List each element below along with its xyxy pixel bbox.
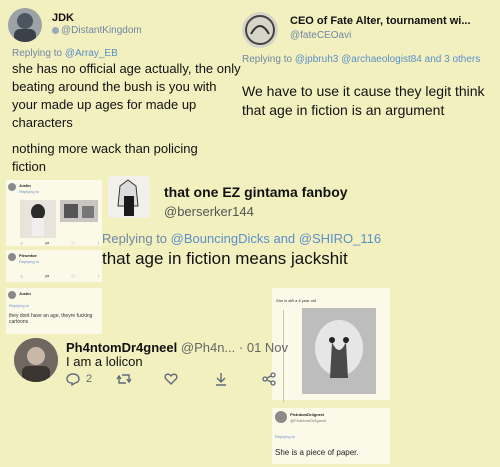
tweet-text: she has no official age actually, the on… [12, 61, 241, 130]
reply-mention[interactable]: @jpbruh3 @archaeologist84 and 3 others [295, 54, 480, 65]
author-handle[interactable]: @Ph4n... [181, 340, 235, 355]
avatar[interactable] [14, 338, 58, 382]
author-name: Ph4ntomDr4gneel [290, 412, 325, 417]
embedded-tweet-b[interactable]: Plesmfoe Replying to ○ ⇄ ♡ ↑ [6, 250, 102, 282]
avatar-image [245, 15, 275, 45]
embedded-tweet-e[interactable]: Ph4ntomDr4gneel @Ph4ntomDr4gneel Replyin… [272, 408, 390, 464]
at-icon [52, 27, 59, 34]
tweet-text: I am a lolicon [66, 354, 143, 369]
reply-icon [66, 373, 80, 386]
author-name[interactable]: Ph4ntomDr4gneel [66, 340, 177, 355]
author-handle-text: @DistantKingdom [61, 25, 142, 36]
reply-icon[interactable]: ○ [20, 241, 23, 247]
author-handle: @Ph4ntomDr4gneel [290, 418, 327, 423]
tweet-text: they dont have an age, theyre fucking ca… [9, 313, 93, 325]
embedded-tweet-c[interactable]: Justin Replying to they dont have an age… [6, 288, 102, 334]
action-bar: 2 [66, 372, 278, 388]
tweet-text: She is still a 6 year old [276, 298, 317, 303]
avatar[interactable] [108, 176, 150, 218]
action-bar: ○ ⇄ ♡ ↑ [20, 274, 100, 280]
embedded-tweet-d[interactable]: She is still a 6 year old [272, 288, 390, 400]
tweet-image[interactable] [20, 200, 56, 238]
author-name: Justin [19, 183, 31, 188]
reply-prefix: Replying to [242, 54, 293, 65]
reply-prefix: Replying to [12, 48, 63, 59]
reply-icon[interactable]: ○ [20, 274, 23, 280]
image-illustration [302, 308, 376, 394]
tweet-image[interactable] [60, 200, 98, 222]
reply-context: Replying to @jpbruh3 @archaeologist84 an… [242, 54, 482, 66]
author-handle[interactable]: @berserker144 [164, 204, 254, 219]
author-handle[interactable]: @DistantKingdom [52, 25, 142, 36]
tweet-image[interactable] [302, 308, 376, 394]
author-line: Ph4ntomDr4gneel @Ph4n... · 01 Nov [66, 340, 288, 355]
avatar[interactable] [8, 8, 42, 42]
avatar [8, 291, 16, 299]
avatar [8, 253, 16, 261]
tweet-text: that age in fiction means jackshit [102, 249, 348, 268]
like-icon[interactable] [164, 372, 178, 386]
image-illustration [31, 204, 45, 236]
image-illustration [64, 204, 94, 218]
embedded-tweet-a[interactable]: Justin Replying to ○ ⇄ ♡ ↑ [6, 180, 102, 247]
retweet-icon[interactable]: ⇄ [45, 274, 49, 280]
reply-context: Replying to [19, 259, 40, 264]
avatar-image [14, 13, 36, 42]
like-icon[interactable]: ♡ [71, 274, 75, 280]
author-handle[interactable]: @fateCEOavi [290, 30, 351, 41]
reply-context: Replying to @Array_EB [12, 48, 118, 59]
reply-mention[interactable]: @BouncingDicks and @SHIRO_116 [171, 231, 381, 246]
share-icon[interactable]: ↑ [97, 241, 100, 247]
timestamp[interactable]: · 01 Nov [239, 340, 288, 355]
tweet-text: She is a piece of paper. [275, 448, 359, 457]
reply-button[interactable]: 2 [66, 372, 92, 386]
avatar-image [117, 179, 139, 216]
action-bar: ○ ⇄ ♡ ↑ [20, 241, 100, 247]
author-name[interactable]: CEO of Fate Alter, tournament wi... [290, 15, 471, 27]
download-icon[interactable] [214, 372, 228, 386]
avatar [275, 411, 287, 423]
collage-screen: { "t1": { "name": "JDK", "handle": "@Dis… [0, 0, 500, 467]
like-icon[interactable]: ♡ [71, 241, 75, 247]
author-name: Justin [19, 291, 31, 296]
share-icon[interactable] [262, 372, 276, 386]
author-name[interactable]: that one EZ gintama fanboy [164, 184, 348, 200]
reply-context: Replying to @BouncingDicks and @SHIRO_11… [102, 231, 381, 246]
reply-prefix: Replying to [102, 231, 168, 246]
reply-count: 2 [86, 373, 93, 385]
author-name: Plesmfoe [19, 253, 37, 258]
thread-line [283, 310, 284, 402]
author-name[interactable]: JDK [52, 12, 74, 24]
reply-context: Replying to [9, 303, 30, 308]
tweet-text: We have to use it cause they legit think… [242, 83, 485, 118]
share-icon[interactable]: ↑ [97, 274, 100, 280]
avatar[interactable] [242, 12, 278, 48]
retweet-icon[interactable]: ⇄ [45, 241, 49, 247]
reply-context: Replying to [275, 434, 296, 439]
retweet-icon[interactable] [116, 372, 132, 386]
reply-context: Replying to [19, 189, 40, 194]
tweet-text-2: nothing more wack than policing fiction [12, 141, 198, 174]
reply-mention[interactable]: @Array_EB [65, 48, 118, 59]
avatar-image [14, 338, 58, 382]
avatar [8, 183, 16, 191]
